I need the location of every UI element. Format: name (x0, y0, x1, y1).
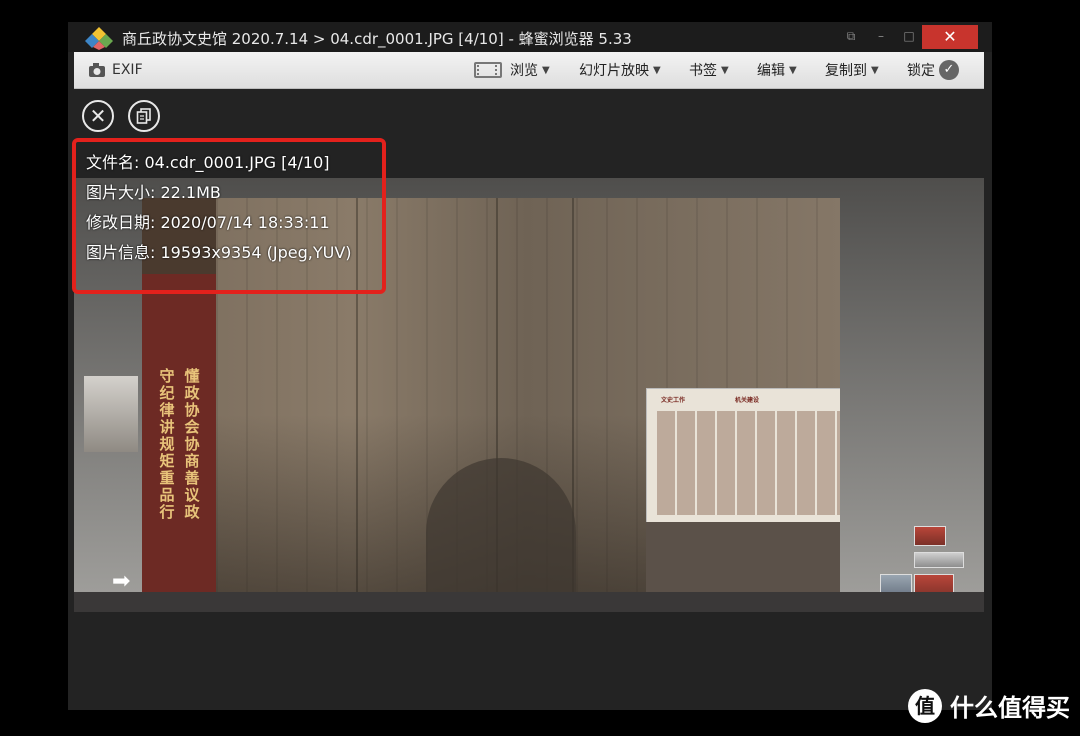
film-thumbnail[interactable] (84, 376, 138, 452)
bookmarks-menu[interactable]: 书签 ▼ (689, 52, 729, 88)
exif-label: EXIF (112, 62, 143, 78)
watermark: 值 什么值得买 (908, 688, 1070, 723)
camera-icon (89, 63, 105, 77)
window-title: 商丘政协文史馆 2020.7.14 > 04.cdr_0001.JPG [4/1… (122, 30, 632, 48)
copy-to-menu[interactable]: 复制到 ▼ (825, 52, 879, 88)
restore-icon[interactable]: ⧉ (838, 25, 864, 49)
caret-down-icon: ▼ (653, 64, 661, 76)
lock-button[interactable]: 锁定 ✓ (907, 52, 959, 88)
close-icon[interactable]: ✕ (82, 100, 114, 132)
bookmarks-label: 书签 (689, 63, 717, 79)
caret-down-icon: ▼ (721, 64, 729, 76)
banner-slogan-right: 懂政协 会协商 善议政 (184, 367, 200, 521)
exif-button[interactable]: EXIF (88, 52, 143, 88)
caret-down-icon: ▼ (871, 64, 879, 76)
floating-thumbnail (914, 552, 964, 568)
filmstrip-icon (474, 62, 502, 78)
copy-icon[interactable] (128, 100, 160, 132)
watermark-logo: 值 (908, 688, 942, 723)
lock-check-icon: ✓ (939, 60, 959, 80)
minimize-icon[interactable]: – (868, 25, 894, 49)
copy-glyph (136, 108, 151, 124)
lock-label: 锁定 (907, 63, 935, 79)
photo-poster: 文史工作 机关建设 (646, 388, 840, 524)
toolbar: EXIF 浏览 ▼ 幻灯片放映 ▼ 书签 ▼ 编辑 ▼ 复制到 ▼ 锁定 ✓ (74, 52, 984, 89)
image-bottom-strip (74, 592, 984, 612)
highlight-box (72, 138, 386, 294)
poster-title-right: 机关建设 (735, 397, 760, 404)
caret-down-icon: ▼ (789, 64, 797, 76)
gate-arch (426, 458, 576, 592)
browse-label: 浏览 (510, 63, 538, 79)
maximize-icon[interactable]: □ (896, 25, 922, 49)
floating-thumbnail (914, 526, 946, 546)
slideshow-menu[interactable]: 幻灯片放映 ▼ (579, 52, 661, 88)
watermark-text: 什么值得买 (950, 694, 1070, 722)
title-bar[interactable]: 商丘政协文史馆 2020.7.14 > 04.cdr_0001.JPG [4/1… (68, 22, 992, 52)
close-window-button[interactable]: ✕ (922, 25, 978, 49)
next-arrow-icon[interactable]: ➡ (112, 569, 130, 594)
poster-title-left: 文史工作 (661, 397, 686, 404)
poster-photo-grid (657, 411, 840, 515)
browse-menu[interactable]: 浏览 ▼ (474, 52, 550, 88)
edit-menu[interactable]: 编辑 ▼ (757, 52, 797, 88)
poster-base (646, 522, 840, 592)
banner-slogan-left: 守纪律 讲规矩 重品行 (159, 367, 175, 521)
edit-label: 编辑 (757, 63, 785, 79)
slideshow-label: 幻灯片放映 (579, 63, 649, 79)
viewer-window: 商丘政协文史馆 2020.7.14 > 04.cdr_0001.JPG [4/1… (68, 22, 992, 710)
copy-to-label: 复制到 (825, 63, 867, 79)
app-logo-icon (85, 27, 113, 50)
caret-down-icon: ▼ (542, 64, 550, 76)
